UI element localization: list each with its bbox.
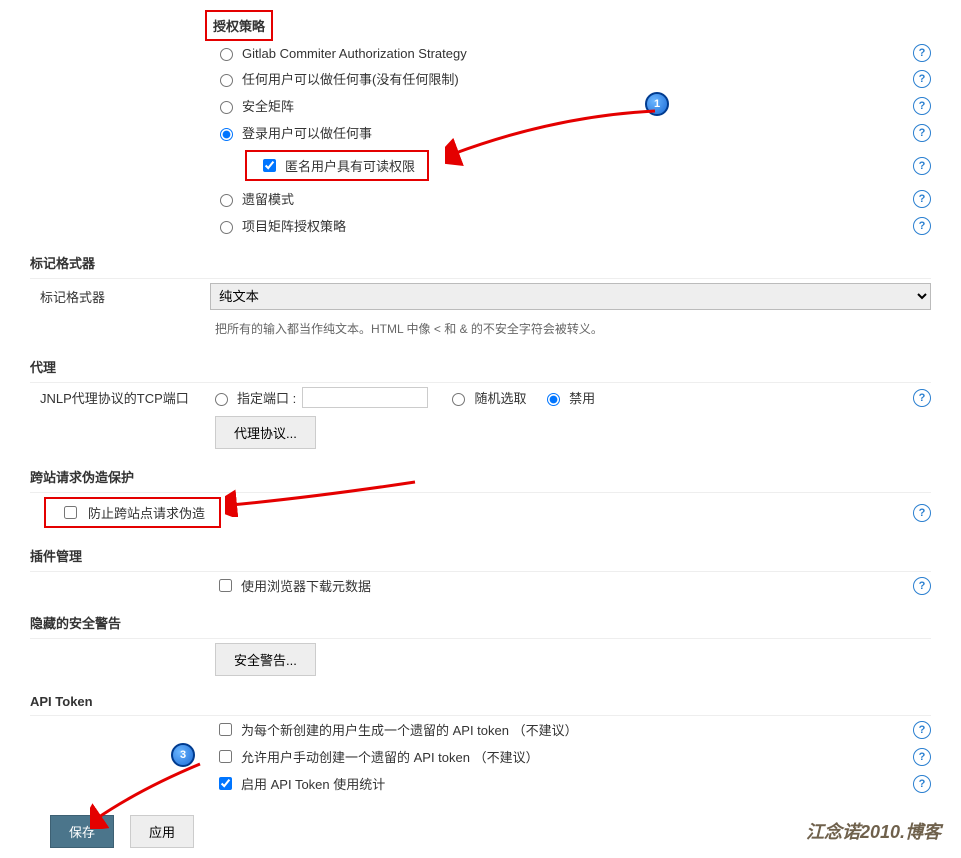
- label-browser-dl: 使用浏览器下载元数据: [241, 576, 371, 595]
- radio-gitlab[interactable]: [220, 48, 233, 61]
- markup-section: 标记格式器: [30, 247, 931, 279]
- apply-button[interactable]: 应用: [130, 815, 194, 848]
- api-opt-allow[interactable]: 允许用户手动创建一个遗留的 API token （不建议） ? 3: [215, 743, 931, 770]
- label-project-matrix: 项目矩阵授权策略: [242, 216, 346, 235]
- help-icon[interactable]: ?: [913, 217, 931, 235]
- label-gen-legacy: 为每个新创建的用户生成一个遗留的 API token （不建议）: [241, 720, 578, 739]
- help-icon[interactable]: ?: [913, 389, 931, 407]
- save-button[interactable]: 保存: [50, 815, 114, 848]
- markup-select[interactable]: 纯文本: [210, 283, 931, 310]
- auth-opt-logged[interactable]: 登录用户可以做任何事 ?: [215, 119, 931, 146]
- auth-opt-gitlab[interactable]: Gitlab Commiter Authorization Strategy ?: [215, 41, 931, 65]
- label-logged: 登录用户可以做任何事: [242, 123, 372, 142]
- markup-hint: 把所有的输入都当作纯文本。HTML 中像 < 和 & 的不安全字符会被转义。: [215, 314, 931, 343]
- label-fixed-port: 指定端口 :: [237, 388, 296, 407]
- radio-matrix[interactable]: [220, 101, 233, 114]
- label-csrf: 防止跨站点请求伪造: [88, 503, 205, 522]
- label-disable-port: 禁用: [569, 388, 595, 407]
- api-opt-stats[interactable]: 启用 API Token 使用统计 ?: [215, 770, 931, 797]
- port-input[interactable]: [302, 387, 428, 408]
- auth-section-title: 授权策略: [205, 10, 273, 41]
- callout-3: 3: [171, 743, 195, 767]
- help-icon[interactable]: ?: [913, 190, 931, 208]
- radio-logged[interactable]: [220, 128, 233, 141]
- hidden-section: 隐藏的安全警告: [30, 607, 931, 639]
- checkbox-gen-legacy[interactable]: [219, 723, 232, 736]
- help-icon[interactable]: ?: [913, 157, 931, 175]
- checkbox-csrf[interactable]: [64, 506, 77, 519]
- api-section: API Token: [30, 688, 931, 716]
- help-icon[interactable]: ?: [913, 124, 931, 142]
- api-opt-gen[interactable]: 为每个新创建的用户生成一个遗留的 API token （不建议） ?: [215, 716, 931, 743]
- radio-random-port[interactable]: [452, 393, 465, 406]
- plugin-section: 插件管理: [30, 540, 931, 572]
- auth-opt-legacy[interactable]: 遗留模式 ?: [215, 185, 931, 212]
- help-icon[interactable]: ?: [913, 721, 931, 739]
- help-icon[interactable]: ?: [913, 577, 931, 595]
- label-gitlab: Gitlab Commiter Authorization Strategy: [242, 46, 467, 61]
- label-anyone: 任何用户可以做任何事(没有任何限制): [242, 69, 459, 88]
- csrf-section: 跨站请求伪造保护: [30, 461, 931, 493]
- proxy-section: 代理: [30, 351, 931, 383]
- proxy-label: JNLP代理协议的TCP端口: [30, 388, 210, 407]
- checkbox-browser-dl[interactable]: [219, 579, 232, 592]
- security-warning-button[interactable]: 安全警告...: [215, 643, 316, 676]
- radio-anyone[interactable]: [220, 74, 233, 87]
- radio-project-matrix[interactable]: [220, 221, 233, 234]
- checkbox-allow-legacy[interactable]: [219, 750, 232, 763]
- watermark: 江念诺2010.博客: [806, 818, 941, 844]
- radio-disable-port[interactable]: [547, 393, 560, 406]
- auth-opt-anon-read[interactable]: 匿名用户具有可读权限 ?: [245, 146, 931, 185]
- help-icon[interactable]: ?: [913, 504, 931, 522]
- radio-fixed-port[interactable]: [215, 393, 228, 406]
- label-legacy: 遗留模式: [242, 189, 294, 208]
- auth-opt-project-matrix[interactable]: 项目矩阵授权策略 ?: [215, 212, 931, 239]
- label-random-port: 随机选取: [474, 388, 526, 407]
- label-stats: 启用 API Token 使用统计: [241, 774, 385, 793]
- label-matrix: 安全矩阵: [242, 96, 294, 115]
- label-anon-read: 匿名用户具有可读权限: [285, 156, 415, 175]
- checkbox-anon-read[interactable]: [263, 159, 276, 172]
- label-allow-legacy: 允许用户手动创建一个遗留的 API token （不建议）: [241, 747, 539, 766]
- plugin-opt[interactable]: 使用浏览器下载元数据 ?: [215, 572, 931, 599]
- help-icon[interactable]: ?: [913, 44, 931, 62]
- help-icon[interactable]: ?: [913, 748, 931, 766]
- help-icon[interactable]: ?: [913, 775, 931, 793]
- auth-opt-matrix[interactable]: 安全矩阵 ? 1: [215, 92, 931, 119]
- proxy-protocol-button[interactable]: 代理协议...: [215, 416, 316, 449]
- checkbox-stats[interactable]: [219, 777, 232, 790]
- markup-label: 标记格式器: [30, 287, 210, 306]
- radio-legacy[interactable]: [220, 194, 233, 207]
- help-icon[interactable]: ?: [913, 97, 931, 115]
- callout-1: 1: [645, 92, 669, 116]
- help-icon[interactable]: ?: [913, 70, 931, 88]
- auth-opt-anyone[interactable]: 任何用户可以做任何事(没有任何限制) ?: [215, 65, 931, 92]
